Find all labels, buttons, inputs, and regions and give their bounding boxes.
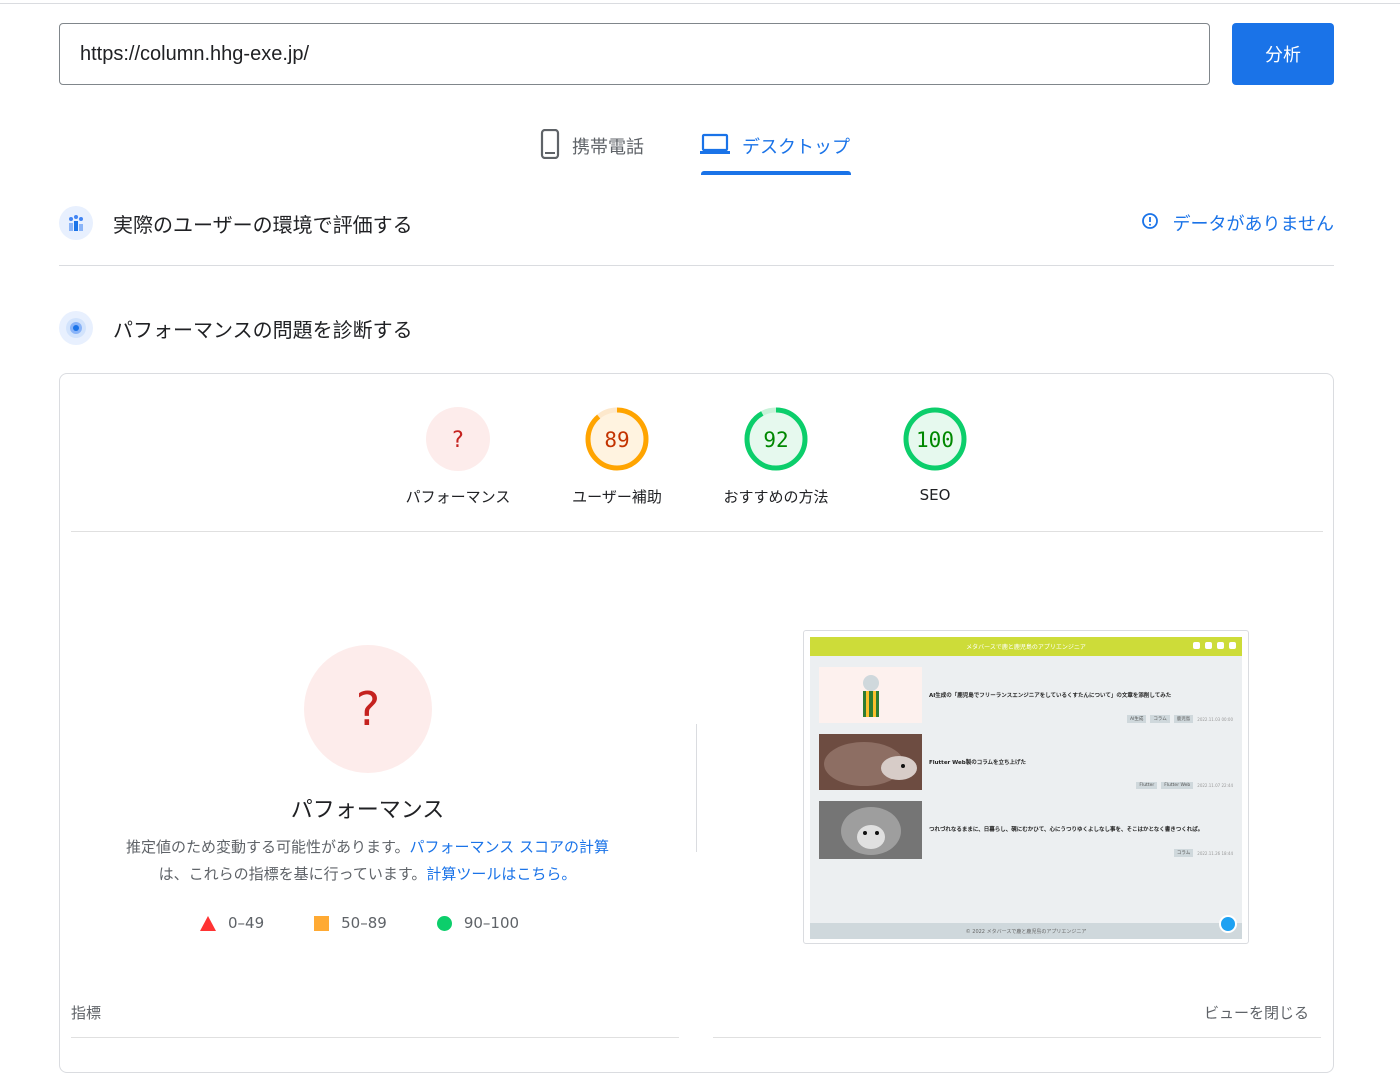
legend-pass: 90–100 bbox=[436, 914, 520, 932]
tab-mobile-label: 携帯電話 bbox=[572, 137, 644, 158]
gauge-seo-label: SEO bbox=[919, 486, 951, 504]
gauge-seo-score: 100 bbox=[916, 428, 954, 452]
performance-big-gauge: ? bbox=[304, 645, 432, 773]
site-title: メタバースで鹿と鹿児島のアプリエンジニア bbox=[966, 644, 1086, 651]
close-view-button[interactable]: ビューを閉じる bbox=[1204, 1002, 1309, 1023]
gauge-seo[interactable]: 100 SEO bbox=[860, 406, 1010, 504]
tab-mobile[interactable]: 携帯電話 bbox=[540, 118, 644, 174]
user-icon bbox=[1193, 642, 1200, 649]
laptop-icon bbox=[700, 133, 730, 160]
triangle-icon bbox=[200, 915, 216, 931]
performance-title: パフォーマンス bbox=[290, 798, 445, 823]
legend-average-range: 50–89 bbox=[341, 914, 387, 932]
post-tag: AI生成 bbox=[1127, 715, 1147, 723]
post-title: Flutter Web製のコラムを立ち上げた bbox=[929, 760, 1027, 766]
legend-pass-range: 90–100 bbox=[463, 914, 520, 932]
info-icon bbox=[1141, 212, 1159, 235]
square-icon bbox=[314, 915, 330, 931]
diagnose-icon bbox=[59, 311, 93, 345]
site-footer: © 2022 メタバースで鹿と鹿児島のアプリエンジニア bbox=[810, 923, 1242, 939]
post-tag: Flutter bbox=[1136, 782, 1158, 789]
analyze-button[interactable]: 分析 bbox=[1232, 23, 1334, 85]
post-tag: コラム bbox=[1173, 849, 1194, 857]
post-tag: Flutter Web bbox=[1161, 782, 1194, 789]
legend-average: 50–89 bbox=[314, 914, 387, 932]
tab-desktop[interactable]: デスクトップ bbox=[700, 118, 850, 174]
share-icon bbox=[1205, 642, 1212, 649]
post-tags: コラム 2022.11.26 18:44 bbox=[1173, 849, 1233, 857]
post-tag: 鹿児島 bbox=[1173, 715, 1194, 723]
gauge-best-practices-label: おすすめの方法 bbox=[723, 488, 829, 506]
post-date: 2022.11.26 18:44 bbox=[1197, 850, 1233, 856]
desc-text-2: は、これらの指標を基に行っています。 bbox=[158, 865, 427, 883]
phone-icon bbox=[540, 128, 560, 164]
list-item: AI生成の「鹿児島でフリーランスエンジニアをしているくすたんについて」の文章を添… bbox=[819, 667, 1233, 727]
legend-fail: 0–49 bbox=[200, 914, 264, 932]
gauge-accessibility-label: ユーザー補助 bbox=[572, 488, 662, 506]
gauge-accessibility[interactable]: 89 ユーザー補助 bbox=[542, 406, 692, 507]
site-footer-text: © 2022 メタバースで鹿と鹿児島のアプリエンジニア bbox=[965, 928, 1087, 935]
metrics-divider-left bbox=[71, 1037, 679, 1038]
legend-fail-range: 0–49 bbox=[228, 914, 265, 932]
lab-data-header: パフォーマンスの問題を診断する bbox=[59, 311, 413, 345]
gauge-performance-ring: ? bbox=[426, 407, 490, 471]
section-divider bbox=[59, 265, 1334, 266]
vertical-separator bbox=[696, 724, 697, 852]
post-title: つれづれなるままに、日暮らし、硯にむかひて、心にうつりゆくよしなし事を、そこはか… bbox=[929, 827, 1204, 833]
post-title: AI生成の「鹿児島でフリーランスエンジニアをしているくすたんについて」の文章を添… bbox=[929, 693, 1172, 699]
users-chart-icon bbox=[59, 206, 93, 240]
site-header: メタバースで鹿と鹿児島のアプリエンジニア bbox=[810, 637, 1242, 656]
circle-icon bbox=[436, 915, 452, 931]
post-tag: コラム bbox=[1150, 715, 1170, 723]
gauge-performance-score: ? bbox=[452, 428, 464, 453]
metrics-label: 指標 bbox=[71, 1004, 102, 1022]
gauge-seo-ring: 100 bbox=[903, 407, 967, 471]
post-tags: Flutter Flutter Web 2022.11.07 22:44 bbox=[1136, 782, 1233, 789]
desc-text-1: 推定値のため変動する可能性があります。 bbox=[126, 838, 410, 856]
twitter-icon bbox=[1217, 642, 1224, 649]
gauge-best-practices[interactable]: 92 おすすめの方法 bbox=[701, 406, 851, 507]
metrics-divider-right bbox=[713, 1037, 1321, 1038]
lab-data-title: パフォーマンスの問題を診断する bbox=[113, 317, 413, 342]
post-thumbnail bbox=[819, 734, 922, 790]
calculator-link[interactable]: 計算ツールはこちら。 bbox=[426, 865, 576, 883]
gauge-accessibility-score: 89 bbox=[604, 428, 629, 452]
url-input[interactable] bbox=[59, 23, 1210, 85]
post-thumbnail bbox=[819, 667, 922, 723]
post-date: 2022.11.07 22:44 bbox=[1197, 783, 1233, 788]
gauge-performance-label: パフォーマンス bbox=[405, 488, 511, 506]
rss-icon bbox=[1229, 642, 1236, 649]
screenshot-viewport: メタバースで鹿と鹿児島のアプリエンジニア AI生成の「鹿児島でフリーランスエンジ… bbox=[810, 637, 1242, 939]
tab-active-indicator bbox=[701, 171, 851, 175]
gauge-best-practices-score: 92 bbox=[763, 428, 788, 452]
post-date: 2022.11.03 00:00 bbox=[1197, 716, 1233, 722]
no-data-label: データがありません bbox=[1172, 214, 1334, 235]
report-card: ? パフォーマンス 89 ユーザー補助 92 おすすめの方法 100 SEO ?… bbox=[59, 373, 1334, 1073]
post-tags: AI生成 コラム 鹿児島 2022.11.03 00:00 bbox=[1127, 715, 1233, 723]
field-data-header: 実際のユーザーの環境で評価する bbox=[59, 206, 413, 240]
performance-description: 推定値のため変動する可能性があります。パフォーマンス スコアの計算 は、これらの… bbox=[90, 834, 645, 888]
post-thumbnail bbox=[819, 801, 922, 859]
list-item: Flutter Web製のコラムを立ち上げた Flutter Flutter W… bbox=[819, 734, 1233, 794]
gauge-accessibility-ring: 89 bbox=[585, 407, 649, 471]
score-calc-link[interactable]: パフォーマンス スコアの計算 bbox=[410, 838, 609, 856]
field-data-title: 実際のユーザーの環境で評価する bbox=[113, 212, 413, 237]
gauge-best-practices-ring: 92 bbox=[744, 407, 808, 471]
site-header-icons bbox=[1193, 642, 1236, 649]
page-screenshot[interactable]: メタバースで鹿と鹿児島のアプリエンジニア AI生成の「鹿児島でフリーランスエンジ… bbox=[803, 630, 1249, 944]
gauge-performance[interactable]: ? パフォーマンス bbox=[383, 406, 533, 507]
card-divider bbox=[71, 531, 1323, 532]
score-legend: 0–49 50–89 90–100 bbox=[200, 914, 569, 932]
list-item: つれづれなるままに、日暮らし、硯にむかひて、心にうつりゆくよしなし事を、そこはか… bbox=[819, 801, 1233, 861]
no-data-link[interactable]: データがありません bbox=[1141, 210, 1334, 236]
performance-big-score: ? bbox=[355, 682, 381, 736]
tab-desktop-label: デスクトップ bbox=[742, 137, 850, 158]
top-divider bbox=[0, 3, 1400, 4]
twitter-fab-icon bbox=[1219, 915, 1237, 933]
